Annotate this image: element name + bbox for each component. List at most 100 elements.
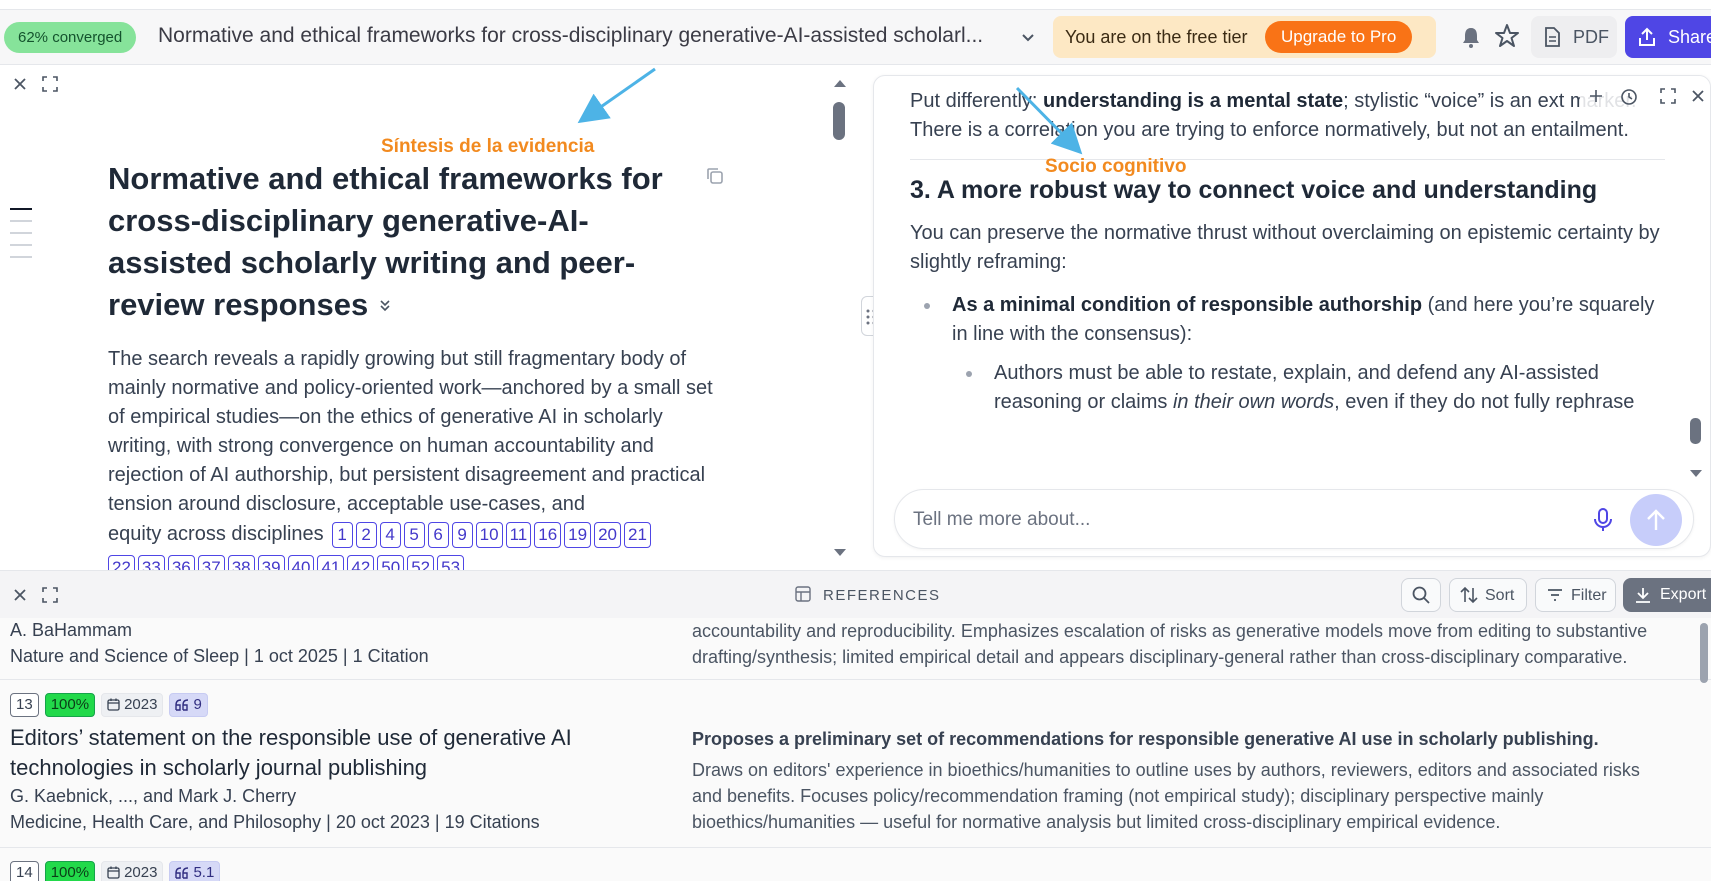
chevron-down-icon[interactable]	[1019, 28, 1037, 46]
references-list: A. BaHammam Nature and Science of Sleep …	[0, 618, 1711, 881]
annotation-label: Socio cognitivo	[1045, 156, 1187, 177]
bell-icon[interactable]	[1460, 25, 1482, 49]
star-icon[interactable]	[1494, 23, 1520, 49]
annotation-label: Síntesis de la evidencia	[381, 136, 595, 157]
list-item: As a minimal condition of responsible au…	[910, 291, 1665, 349]
citation-link[interactable]: 1	[331, 522, 353, 548]
reference-title[interactable]: Editors’ statement on the responsible us…	[10, 723, 630, 783]
export-button[interactable]: Export	[1623, 578, 1711, 612]
citation-link[interactable]: 11	[505, 522, 532, 548]
chat-input[interactable]	[913, 506, 1553, 534]
citation-link[interactable]: 6	[427, 522, 449, 548]
send-button[interactable]	[1630, 494, 1682, 546]
citation-link[interactable]: 19	[564, 522, 592, 548]
share-button[interactable]: Share	[1625, 16, 1711, 58]
relevance-badge: 100%	[44, 861, 96, 881]
scrollbar-thumb[interactable]	[833, 102, 845, 140]
close-icon[interactable]	[12, 587, 28, 603]
reference-row[interactable]: A. BaHammam Nature and Science of Sleep …	[0, 618, 1711, 680]
reference-badges: 14 100% 2023 5.1	[10, 861, 226, 881]
double-chevron-down-icon[interactable]	[377, 297, 393, 313]
close-icon[interactable]	[1690, 88, 1706, 104]
toc-line[interactable]	[10, 220, 32, 222]
citation-count-badge: 5.1	[169, 861, 221, 881]
sort-button[interactable]: Sort	[1449, 578, 1527, 612]
report-summary: The search reveals a rapidly growing but…	[108, 348, 713, 515]
reference-authors: G. Kaebnick, ..., and Mark J. Cherry	[10, 786, 297, 806]
scroll-up-icon[interactable]	[833, 78, 847, 88]
citation-link[interactable]: 9	[451, 522, 473, 548]
chat-message: Put differently: understanding is a ment…	[910, 87, 1665, 417]
toc-line[interactable]	[10, 244, 32, 246]
reference-venue: Medicine, Health Care, and Philosophy | …	[10, 812, 540, 832]
history-icon[interactable]	[1620, 88, 1638, 106]
sort-label: Sort	[1485, 587, 1515, 604]
expand-icon[interactable]	[42, 587, 58, 603]
list-item: Authors must be able to restate, explain…	[910, 359, 1665, 417]
citation-link[interactable]: 16	[534, 522, 562, 548]
scroll-down-icon[interactable]	[833, 548, 847, 558]
reference-description: accountability and reproducibility. Emph…	[692, 621, 1648, 667]
filter-icon	[1548, 589, 1562, 601]
share-icon	[1639, 27, 1655, 46]
fullscreen-icon[interactable]	[1660, 88, 1676, 104]
citation-link[interactable]: 20	[594, 522, 621, 548]
scroll-down-icon[interactable]	[1689, 469, 1703, 479]
expand-icon[interactable]	[42, 76, 58, 92]
free-tier-text: You are on the free tier	[1065, 27, 1248, 47]
download-icon	[1636, 588, 1650, 603]
converged-badge: 62% converged	[4, 22, 137, 53]
year-badge: 2023	[101, 693, 164, 717]
citation-link[interactable]: 21	[624, 522, 651, 548]
calendar-icon	[107, 866, 120, 879]
report-title: Normative and ethical frameworks for cro…	[108, 161, 663, 322]
chat-input-box[interactable]	[894, 489, 1694, 549]
citation-link[interactable]: 10	[475, 522, 503, 548]
close-icon[interactable]	[12, 76, 28, 92]
reference-row[interactable]: 14 100% 2023 5.1	[0, 848, 1711, 881]
report-pane: Síntesis de la evidencia Normative and e…	[0, 66, 860, 581]
divider	[910, 159, 1665, 160]
year-badge: 2023	[101, 861, 164, 881]
filter-button[interactable]: Filter	[1535, 578, 1616, 612]
reference-venue: Nature and Science of Sleep | 1 oct 2025…	[10, 646, 429, 666]
upgrade-button[interactable]: Upgrade to Pro	[1265, 21, 1413, 53]
quote-icon	[175, 699, 189, 711]
copy-icon[interactable]	[705, 166, 725, 186]
chat-pane: Put differently: understanding is a ment…	[873, 75, 1711, 557]
citation-link[interactable]: 5	[403, 522, 425, 548]
calendar-icon	[107, 698, 120, 711]
references-header: REFERENCES Sort Filter Export	[0, 570, 1711, 618]
scrollbar-thumb[interactable]	[1700, 623, 1708, 683]
reference-description: Draws on editors' experience in bioethic…	[692, 760, 1640, 832]
pdf-button[interactable]: PDF	[1531, 16, 1617, 58]
quote-icon	[175, 867, 189, 879]
plus-icon[interactable]	[1588, 88, 1604, 104]
scrollbar-thumb[interactable]	[1690, 418, 1701, 444]
reference-summary: Proposes a preliminary set of recommenda…	[692, 729, 1599, 749]
sort-icon	[1460, 586, 1478, 604]
search-icon	[1412, 586, 1430, 604]
reference-authors: A. BaHammam	[10, 620, 133, 640]
microphone-icon[interactable]	[1593, 507, 1613, 533]
toc-line[interactable]	[10, 232, 32, 234]
top-bar: 62% converged Normative and ethical fram…	[0, 9, 1711, 65]
reference-row[interactable]: 13 100% 2023 9 Editors’ statement on the re…	[0, 680, 1711, 848]
citation-link[interactable]: 4	[379, 522, 401, 548]
chat-paragraph: You can preserve the normative thrust wi…	[910, 222, 1660, 273]
table-icon	[795, 586, 811, 602]
table-of-contents[interactable]	[10, 208, 32, 268]
free-tier-banner: You are on the free tier Upgrade to Pro	[1053, 16, 1436, 58]
citation-link[interactable]: 2	[355, 522, 377, 548]
chat-toolbar	[1580, 76, 1710, 114]
search-button[interactable]	[1401, 578, 1441, 612]
reference-number: 14	[10, 861, 39, 881]
share-label: Share	[1668, 27, 1711, 47]
toc-line[interactable]	[10, 256, 32, 258]
chat-heading: 3. A more robust way to connect voice an…	[910, 176, 1598, 204]
filter-label: Filter	[1571, 587, 1607, 604]
relevance-badge: 100%	[44, 693, 96, 717]
toc-line[interactable]	[10, 208, 32, 210]
document-icon	[1545, 27, 1560, 47]
document-title[interactable]: Normative and ethical frameworks for cro…	[158, 24, 1008, 48]
